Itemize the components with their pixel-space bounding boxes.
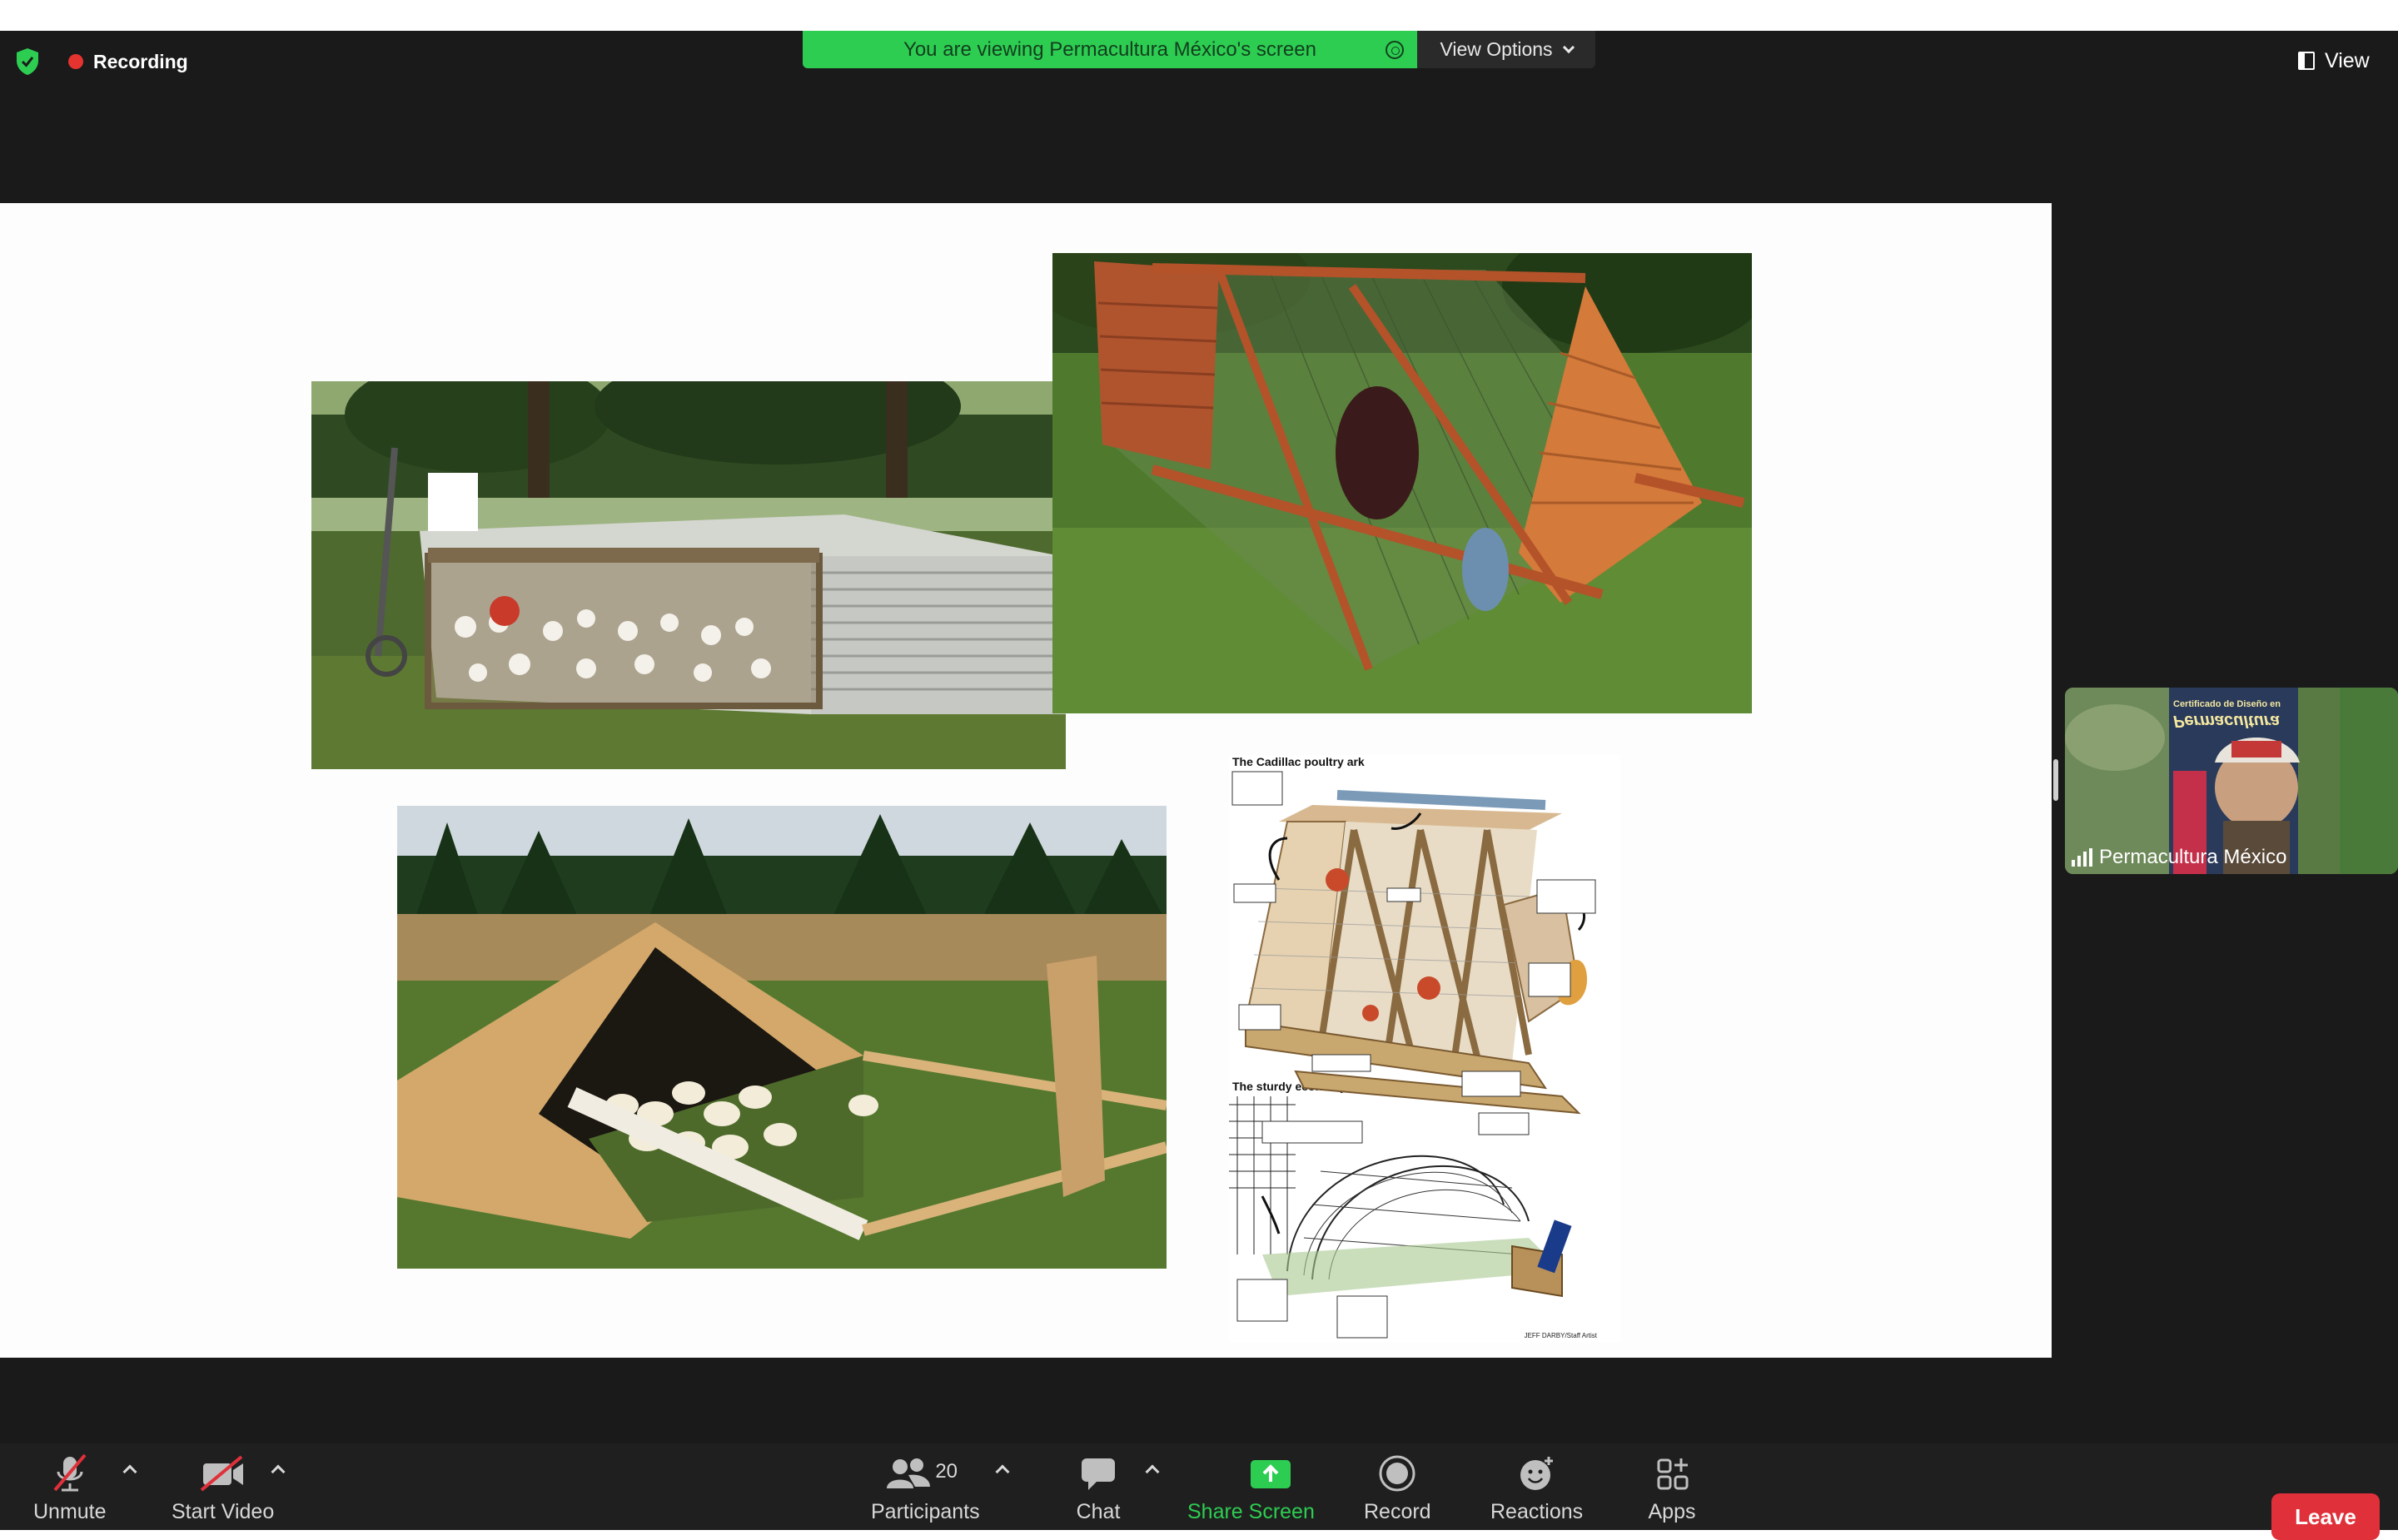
start-video-label: Start Video — [172, 1500, 275, 1523]
signal-bars-icon — [2072, 848, 2092, 867]
poultry-ark-diagram: The Cadillac poultry ark The sturdy econ… — [1229, 755, 1620, 1343]
unmute-label: Unmute — [33, 1500, 107, 1523]
chat-bubble-icon — [1073, 1453, 1123, 1495]
chat-caret-icon[interactable] — [1145, 1464, 1160, 1479]
apps-label: Apps — [1648, 1500, 1696, 1523]
record-icon — [1372, 1453, 1422, 1495]
recording-indicator[interactable]: Recording — [68, 47, 188, 76]
chick-pen-photo — [311, 381, 1066, 769]
share-screen-icon — [1246, 1453, 1296, 1495]
duckling-shelter-photo — [397, 806, 1167, 1269]
share-screen-button[interactable]: Share Screen — [1187, 1453, 1315, 1524]
recording-label: Recording — [93, 50, 188, 72]
chevron-down-icon — [1562, 41, 1575, 53]
view-layout-icon — [2298, 52, 2315, 70]
banner-status-icon — [1386, 41, 1404, 59]
view-button[interactable]: View — [2298, 46, 2370, 76]
participants-caret-icon[interactable] — [995, 1464, 1010, 1479]
participants-count: 20 — [935, 1460, 958, 1483]
video-banner-line1: Certificado de Diseño en — [2173, 699, 2281, 709]
mic-muted-icon — [45, 1453, 95, 1495]
emoji-plus-icon — [1512, 1453, 1562, 1495]
view-options-button[interactable]: View Options — [1417, 31, 1595, 68]
participant-name-label: Permacultura México — [2072, 846, 2286, 869]
recording-dot-icon — [68, 54, 83, 69]
chat-label: Chat — [1076, 1500, 1121, 1523]
shared-slide: The Cadillac poultry ark The sturdy econ… — [0, 203, 2052, 1358]
participants-button[interactable]: 20 Participants — [871, 1453, 980, 1524]
shield-check-icon[interactable] — [15, 47, 40, 76]
record-button[interactable]: Record — [1364, 1453, 1431, 1524]
chat-button[interactable]: Chat — [1073, 1453, 1123, 1524]
share-screen-label: Share Screen — [1187, 1500, 1315, 1523]
view-label: View — [2325, 48, 2370, 72]
zoom-meeting-window: Recording You are viewing Permacultura M… — [0, 31, 2398, 1540]
video-off-icon — [198, 1453, 248, 1495]
panel-resize-handle[interactable] — [2053, 759, 2058, 801]
view-options-label: View Options — [1440, 38, 1553, 60]
apps-icon — [1647, 1453, 1697, 1495]
video-banner-line2: Permacultura — [2173, 712, 2280, 730]
meeting-toolbar: Unmute Start Video 20 Participants Chat … — [0, 1443, 2398, 1530]
reactions-label: Reactions — [1490, 1500, 1584, 1523]
apps-button[interactable]: Apps — [1647, 1453, 1697, 1524]
viewing-screen-banner: You are viewing Permacultura México's sc… — [803, 31, 1417, 68]
unmute-button[interactable]: Unmute — [33, 1453, 107, 1524]
viewing-banner-text: You are viewing Permacultura México's sc… — [903, 37, 1316, 61]
reactions-button[interactable]: Reactions — [1490, 1453, 1583, 1524]
participant-name: Permacultura México — [2099, 846, 2287, 868]
audio-options-caret-icon[interactable] — [122, 1464, 137, 1479]
people-icon: 20 — [883, 1453, 967, 1495]
leave-button[interactable]: Leave — [2271, 1493, 2380, 1540]
start-video-button[interactable]: Start Video — [172, 1453, 274, 1524]
a-frame-ark-photo — [1052, 253, 1752, 713]
record-label: Record — [1364, 1500, 1431, 1523]
participants-label: Participants — [871, 1500, 980, 1523]
participant-video-tile[interactable]: Certificado de Diseño en Permacultura Pe… — [2065, 688, 2398, 874]
